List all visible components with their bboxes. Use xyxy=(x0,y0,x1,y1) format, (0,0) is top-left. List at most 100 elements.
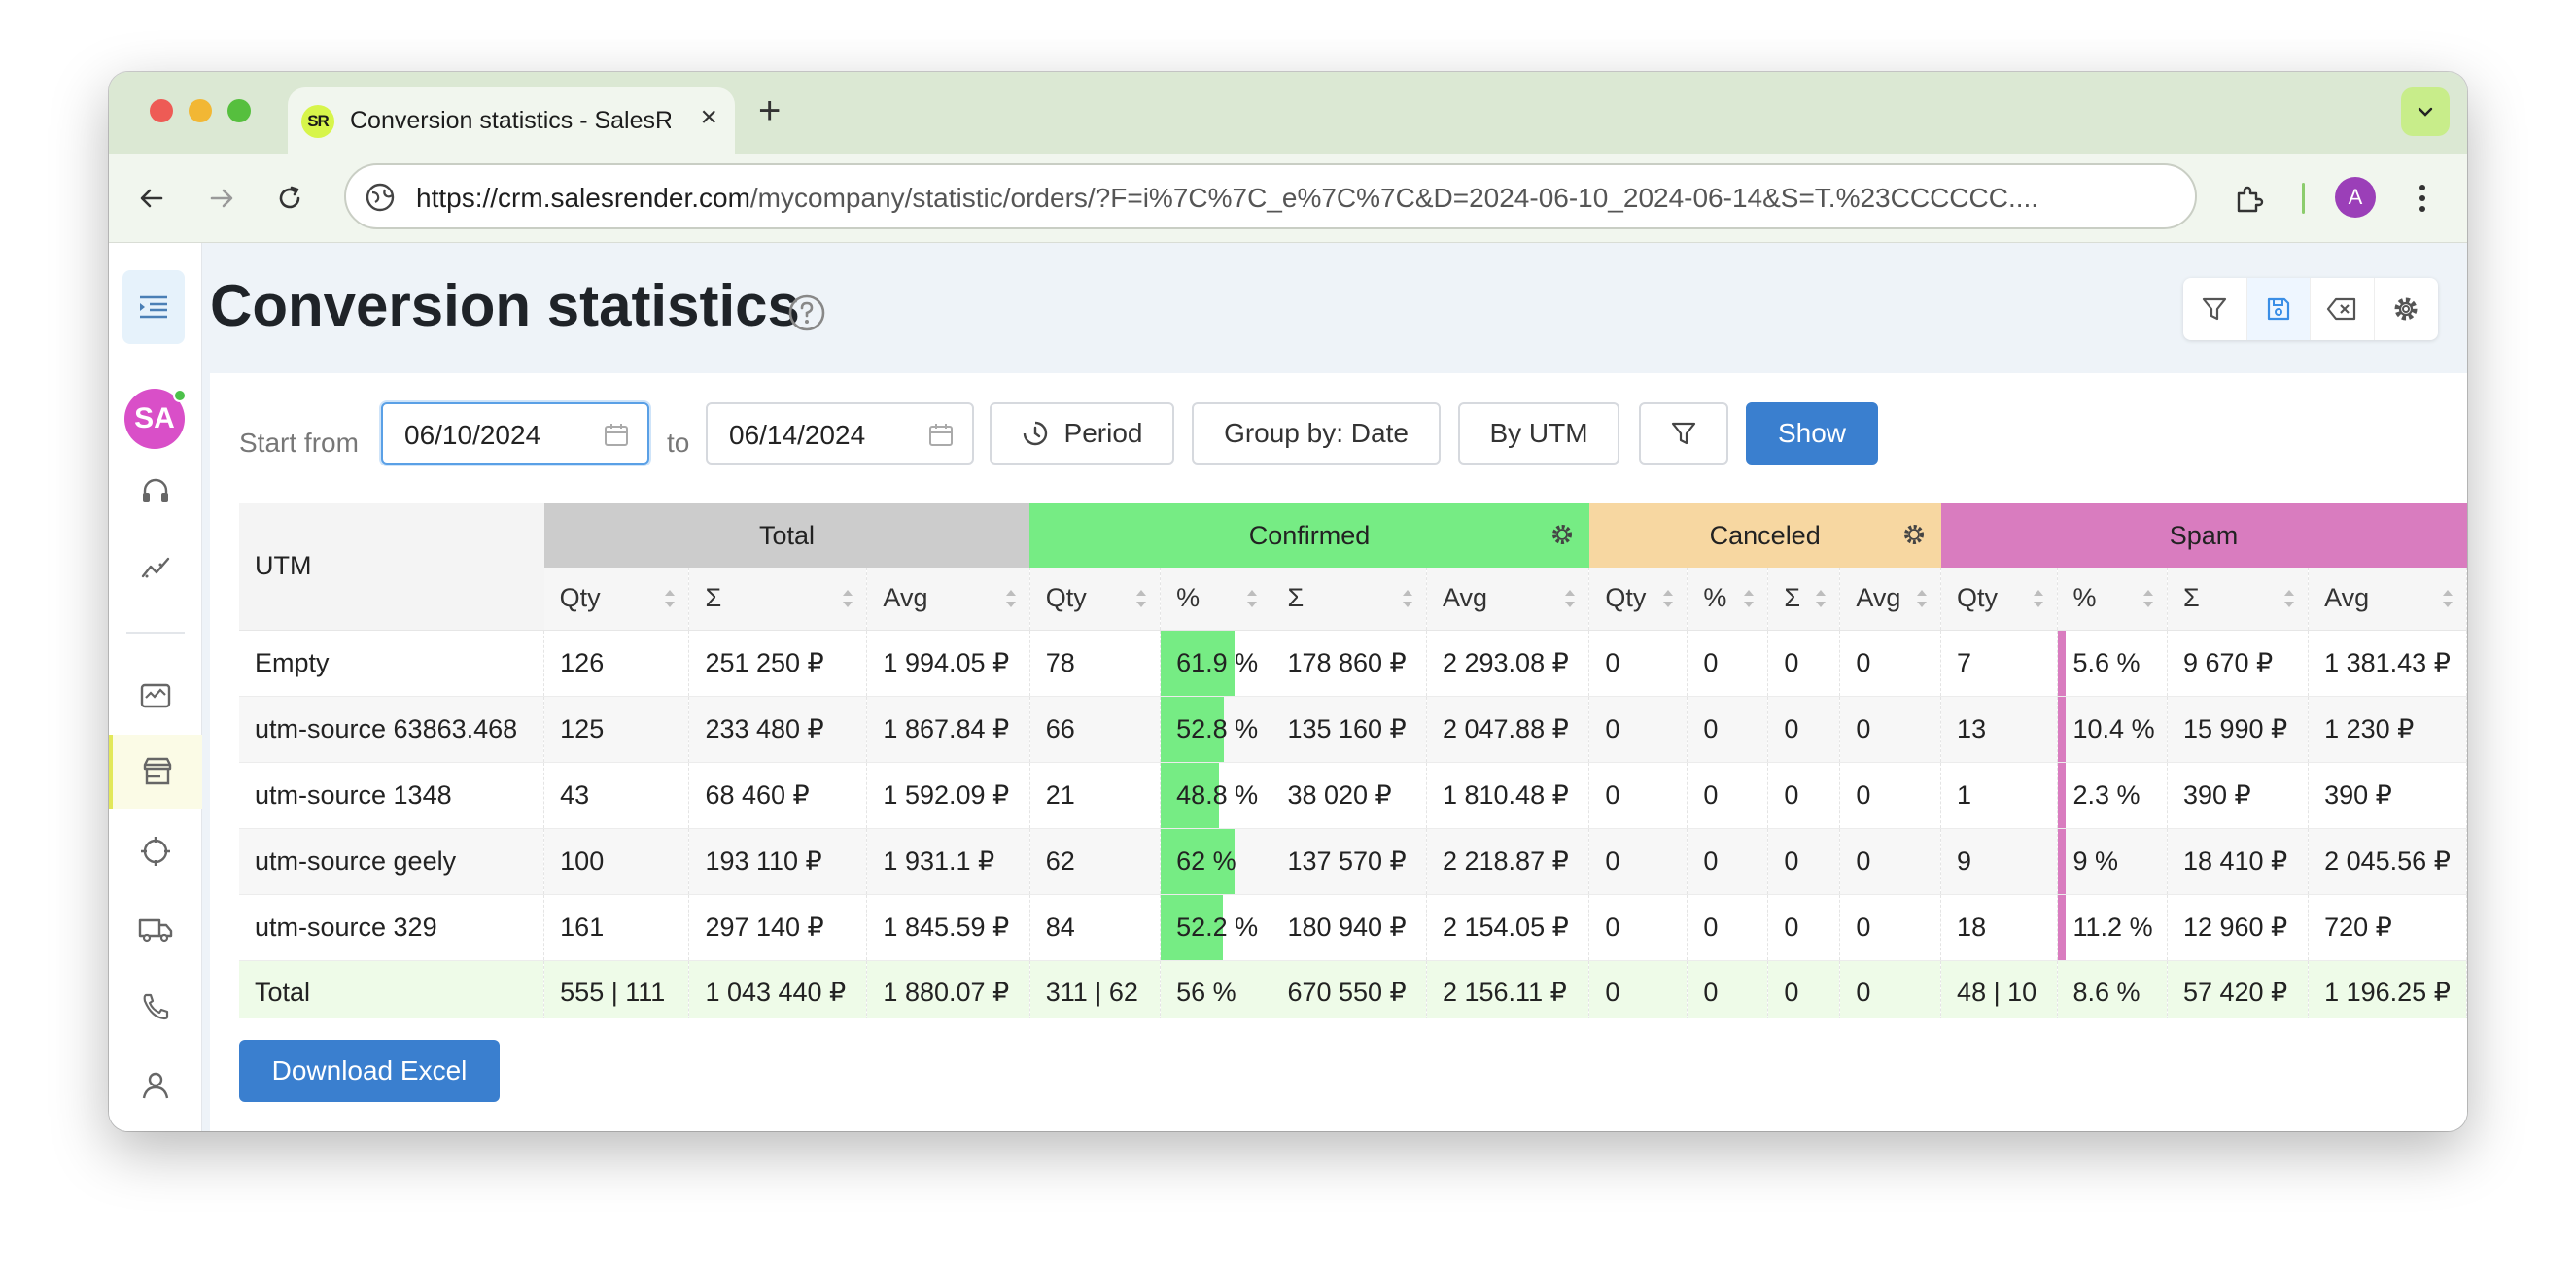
cell-t_qty: 100 xyxy=(543,828,690,895)
cell-x_avg: 0 xyxy=(1839,828,1942,895)
sidebar-item-store[interactable] xyxy=(109,735,202,809)
sort-icon[interactable] xyxy=(1245,587,1259,610)
dashboard-icon xyxy=(140,683,171,708)
column-header-total-2[interactable]: Avg xyxy=(866,568,1030,631)
cell-c_pct: 62 % xyxy=(1160,828,1272,895)
address-bar[interactable]: https://crm.salesrender.com/mycompany/st… xyxy=(344,163,2197,229)
sort-icon[interactable] xyxy=(1563,587,1577,610)
browser-tab[interactable]: SR Conversion statistics - SalesRender × xyxy=(288,87,735,154)
sidebar-item-target[interactable] xyxy=(109,814,202,888)
sort-icon[interactable] xyxy=(2141,587,2155,610)
toolbar-separator xyxy=(2302,183,2305,214)
cell-c_sum: 137 570 ₽ xyxy=(1271,828,1427,895)
sort-icon[interactable] xyxy=(2032,587,2045,610)
column-header-spam-0[interactable]: Qty xyxy=(1940,568,2058,631)
column-header-canceled-0[interactable]: Qty xyxy=(1588,568,1688,631)
download-excel-button[interactable]: Download Excel xyxy=(239,1040,500,1102)
column-header-confirmed-1[interactable]: % xyxy=(1160,568,1272,631)
show-label: Show xyxy=(1777,418,1847,448)
sort-icon[interactable] xyxy=(1401,587,1414,610)
profile-avatar[interactable]: A xyxy=(2335,177,2376,218)
more-menu-icon[interactable] xyxy=(2401,177,2444,220)
column-header-total-1[interactable]: Σ xyxy=(688,568,868,631)
sidebar-collapse-button[interactable] xyxy=(122,270,185,344)
headset-icon xyxy=(143,478,168,502)
cell-utm: utm-source 1348 xyxy=(239,762,545,829)
gear-icon[interactable] xyxy=(1902,523,1926,546)
cell-c_avg: 2 156.11 ₽ xyxy=(1426,960,1590,1018)
by-utm-label: By UTM xyxy=(1489,418,1588,448)
forward-icon[interactable] xyxy=(200,177,243,220)
column-header-canceled-1[interactable]: % xyxy=(1687,568,1769,631)
site-info-icon[interactable] xyxy=(364,181,397,214)
column-header-canceled-3[interactable]: Avg xyxy=(1839,568,1942,631)
menu-indent-icon xyxy=(140,295,167,319)
sidebar-item-delivery[interactable] xyxy=(109,892,202,966)
new-tab-icon[interactable]: + xyxy=(758,89,781,133)
sidebar-item-dashboard[interactable] xyxy=(109,659,202,733)
reload-icon[interactable] xyxy=(268,177,311,220)
page-title: Conversion statistics xyxy=(210,273,800,338)
cell-s_sum: 57 420 ₽ xyxy=(2167,960,2310,1018)
cell-x_avg: 0 xyxy=(1839,762,1942,829)
sidebar-item-support[interactable] xyxy=(109,455,202,529)
sidebar-item-analytics[interactable] xyxy=(109,531,202,604)
show-button[interactable]: Show xyxy=(1746,402,1878,465)
tab-search-button[interactable] xyxy=(2401,87,2450,136)
cell-s_qty: 9 xyxy=(1940,828,2058,895)
help-icon[interactable] xyxy=(787,293,826,337)
sort-icon[interactable] xyxy=(2441,587,2454,610)
sort-icon[interactable] xyxy=(1814,587,1828,610)
period-button[interactable]: Period xyxy=(990,402,1174,465)
sort-icon[interactable] xyxy=(841,587,854,610)
column-header-spam-1[interactable]: % xyxy=(2057,568,2168,631)
group-by-button[interactable]: Group by: Date xyxy=(1192,402,1441,465)
sort-icon[interactable] xyxy=(663,587,677,610)
cell-s_qty: 1 xyxy=(1940,762,2058,829)
statistics-table-wrapper[interactable]: UTM Total Confirmed Canceled Spam Qty Σ Av… xyxy=(239,503,2467,1018)
column-header-spam-3[interactable]: Avg xyxy=(2308,568,2467,631)
table-filter-button[interactable] xyxy=(1639,402,1728,465)
gear-icon[interactable] xyxy=(1550,523,1574,546)
cell-x_sum: 0 xyxy=(1767,894,1841,961)
sort-icon[interactable] xyxy=(1134,587,1148,610)
sort-icon[interactable] xyxy=(1004,587,1018,610)
sidebar-item-profile[interactable] xyxy=(109,1048,202,1121)
sort-icon[interactable] xyxy=(1742,587,1756,610)
column-header-confirmed-3[interactable]: Avg xyxy=(1426,568,1590,631)
settings-button[interactable] xyxy=(2375,278,2439,340)
cell-x_sum: 0 xyxy=(1767,696,1841,763)
column-header-confirmed-0[interactable]: Qty xyxy=(1029,568,1162,631)
close-window-button[interactable] xyxy=(150,99,173,122)
save-button[interactable] xyxy=(2246,278,2311,340)
sidebar-item-calls[interactable] xyxy=(109,970,202,1044)
cell-s_qty: 48 | 10 xyxy=(1940,960,2058,1018)
column-header-spam-2[interactable]: Σ xyxy=(2167,568,2310,631)
statistics-table: UTM Total Confirmed Canceled Spam Qty Σ Av… xyxy=(239,503,2467,1018)
sort-icon[interactable] xyxy=(1915,587,1929,610)
sort-icon[interactable] xyxy=(2282,587,2296,610)
maximize-window-button[interactable] xyxy=(227,99,251,122)
close-tab-icon[interactable]: × xyxy=(700,101,717,134)
cell-x_qty: 0 xyxy=(1588,696,1688,763)
minimize-window-button[interactable] xyxy=(189,99,212,122)
clear-filters-button[interactable] xyxy=(2311,278,2375,340)
by-utm-button[interactable]: By UTM xyxy=(1458,402,1619,465)
cell-x_sum: 0 xyxy=(1767,960,1841,1018)
column-header-confirmed-2[interactable]: Σ xyxy=(1271,568,1427,631)
extensions-icon[interactable] xyxy=(2228,177,2271,220)
calendar-icon xyxy=(605,424,628,446)
sort-icon[interactable] xyxy=(1661,587,1675,610)
cell-s_pct: 5.6 % xyxy=(2057,630,2168,697)
cell-t_sum: 68 460 ₽ xyxy=(688,762,868,829)
filter-button[interactable] xyxy=(2183,278,2247,340)
end-date-input[interactable]: 06/14/2024 xyxy=(706,402,974,465)
start-date-input[interactable]: 06/10/2024 xyxy=(381,402,649,465)
cell-c_qty: 21 xyxy=(1029,762,1162,829)
column-header-canceled-2[interactable]: Σ xyxy=(1767,568,1841,631)
utm-column-header: UTM xyxy=(239,503,544,631)
back-icon[interactable] xyxy=(130,177,173,220)
column-header-total-0[interactable]: Qty xyxy=(543,568,690,631)
cell-c_avg: 2 047.88 ₽ xyxy=(1426,696,1590,763)
cell-t_sum: 1 043 440 ₽ xyxy=(688,960,868,1018)
